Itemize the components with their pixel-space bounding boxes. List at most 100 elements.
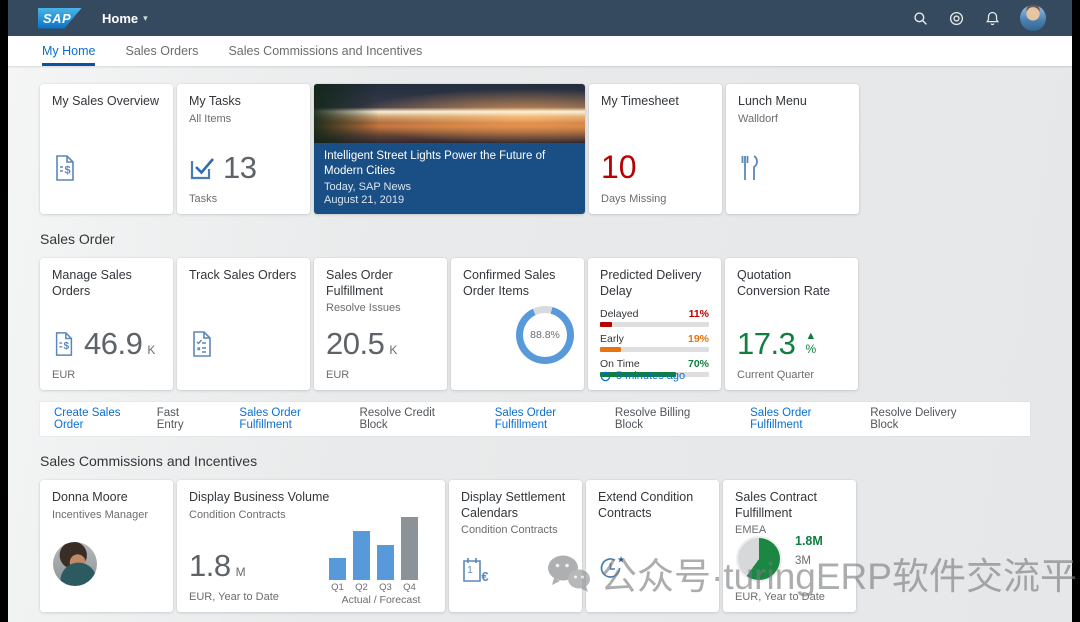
- tile-sales-contract-fulfillment[interactable]: Sales Contract Fulfillment EMEA 1.8M 3M …: [723, 480, 856, 612]
- tile-title: My Timesheet: [601, 94, 679, 108]
- link-create-sales-order[interactable]: Create Sales Order: [54, 407, 150, 431]
- link-group: Sales Order Fulfillment Resolve Billing …: [495, 407, 718, 431]
- tile-track-sales-orders[interactable]: Track Sales Orders: [177, 258, 310, 390]
- tile-display-business-volume[interactable]: Display Business Volume Condition Contra…: [177, 480, 445, 612]
- target-value: 3M: [795, 555, 811, 567]
- bar-label: On Time: [600, 358, 640, 371]
- tile-manage-sales-orders[interactable]: Manage Sales Orders $ 46.9 K EUR: [40, 258, 173, 390]
- sales-order-link-strip: Create Sales Order Fast Entry Sales Orde…: [40, 402, 1030, 436]
- link-description: Resolve Credit Block: [359, 407, 435, 431]
- svg-text:$: $: [63, 341, 69, 352]
- tile-sales-order-fulfillment[interactable]: Sales Order Fulfillment Resolve Issues 2…: [314, 258, 447, 390]
- tile-confirmed-sales-order-items[interactable]: Confirmed Sales Order Items 88.8%: [451, 258, 584, 390]
- tab-sales-commissions[interactable]: Sales Commissions and Incentives: [228, 36, 422, 66]
- refresh-status[interactable]: 5 minutes ago: [600, 370, 685, 382]
- user-avatar[interactable]: [1020, 5, 1046, 31]
- tile-subtitle: EMEA: [735, 524, 767, 537]
- comparison-row-early: Early 19%: [600, 333, 709, 353]
- news-image: [314, 84, 585, 143]
- copilot-icon[interactable]: [948, 10, 964, 26]
- link-group: Sales Order Fulfillment Resolve Credit B…: [239, 407, 462, 431]
- calendar-euro-icon: 1 €: [461, 556, 491, 584]
- news-source: Today, SAP News: [324, 180, 412, 193]
- bar-q4: [401, 517, 418, 580]
- bar-fill: [600, 347, 621, 353]
- order-tracking-icon: [189, 330, 215, 358]
- bar-label: Delayed: [600, 308, 639, 321]
- tile-title: Display Settlement Calendars: [461, 490, 566, 520]
- svg-text:1: 1: [467, 565, 473, 576]
- tile-extend-condition-contracts[interactable]: Extend Condition Contracts ★: [586, 480, 719, 612]
- conversion-rate-unit: %: [805, 342, 817, 357]
- confirmed-items-donut-chart: 88.8%: [516, 306, 574, 364]
- my-home-tile-row: My Sales Overview $ My Tasks All Items 1…: [40, 84, 859, 214]
- chevron-down-icon: ▾: [143, 12, 148, 23]
- tile-donna-moore[interactable]: Donna Moore Incentives Manager: [40, 480, 173, 612]
- tab-my-home[interactable]: My Home: [42, 36, 96, 66]
- link-sales-order-fulfillment-credit[interactable]: Sales Order Fulfillment: [239, 407, 352, 431]
- tile-my-sales-overview[interactable]: My Sales Overview $: [40, 84, 173, 214]
- commissions-tile-row: Donna Moore Incentives Manager Display B…: [40, 480, 856, 612]
- tile-display-settlement-calendars[interactable]: Display Settlement Calendars Condition C…: [449, 480, 582, 612]
- bar-value: 19%: [687, 333, 709, 346]
- tile-title: Donna Moore: [52, 490, 128, 504]
- tile-my-timesheet[interactable]: My Timesheet 10 Days Missing: [589, 84, 722, 214]
- comparison-row-delayed: Delayed 11%: [600, 308, 709, 328]
- sales-document-icon: $: [52, 331, 76, 357]
- meal-fork-knife-icon: [738, 154, 762, 182]
- bar-q1: [329, 558, 346, 580]
- business-volume-scale: M: [235, 565, 246, 579]
- actual-value: 1.8M: [795, 534, 823, 548]
- tile-my-tasks[interactable]: My Tasks All Items 13 Tasks: [177, 84, 310, 214]
- tile-title: Extend Condition Contracts: [598, 490, 694, 520]
- donut-center-value: 88.8%: [523, 313, 567, 357]
- trend-up-icon: ▲: [805, 330, 817, 343]
- fulfillment-value: 20.5: [326, 326, 385, 361]
- shell-title-label: Home: [102, 10, 139, 26]
- bar-value: 11%: [688, 308, 709, 321]
- link-sales-order-fulfillment-delivery[interactable]: Sales Order Fulfillment: [750, 407, 863, 431]
- sales-order-tile-row: Manage Sales Orders $ 46.9 K EUR Track S…: [40, 258, 858, 390]
- x-tick: Q3: [379, 582, 392, 593]
- tile-subtitle: All Items: [189, 112, 232, 125]
- tile-lunch-menu[interactable]: Lunch Menu Walldorf: [726, 84, 859, 214]
- tile-sap-news[interactable]: Intelligent Street Lights Power the Futu…: [314, 84, 585, 214]
- extend-time-star-icon: ★: [598, 554, 628, 582]
- tile-title: Predicted Delivery Delay: [600, 268, 702, 298]
- tile-title: Sales Contract Fulfillment: [735, 490, 817, 520]
- tile-subtitle: Resolve Issues: [326, 302, 401, 315]
- tile-subtitle: Walldorf: [738, 112, 778, 125]
- tile-quotation-conversion-rate[interactable]: Quotation Conversion Rate 17.3 ▲ % Curre…: [725, 258, 858, 390]
- news-overlay: Intelligent Street Lights Power the Futu…: [314, 143, 585, 214]
- tile-title: Confirmed Sales Order Items: [463, 268, 556, 298]
- link-description: Resolve Billing Block: [614, 407, 691, 431]
- home-menu-button[interactable]: Home ▾: [102, 11, 148, 26]
- svg-text:$: $: [64, 165, 70, 177]
- bell-icon[interactable]: [984, 10, 1000, 26]
- svg-text:€: €: [481, 569, 488, 584]
- shell-actions: [912, 5, 1046, 31]
- x-tick: Q2: [355, 582, 368, 593]
- sales-value-scale: K: [147, 343, 156, 357]
- bar-fill: [600, 322, 612, 328]
- tile-title: Display Business Volume: [189, 490, 330, 504]
- tab-sales-orders[interactable]: Sales Orders: [125, 36, 198, 66]
- fulfillment-value-scale: K: [389, 343, 398, 357]
- tile-title: My Tasks: [189, 94, 241, 108]
- link-sales-order-fulfillment-billing[interactable]: Sales Order Fulfillment: [495, 407, 608, 431]
- link-group: Create Sales Order Fast Entry: [54, 407, 207, 431]
- bar-q3: [377, 544, 394, 580]
- shell-bar: SAP Home ▾: [8, 0, 1072, 36]
- tile-title: Manage Sales Orders: [52, 268, 132, 298]
- tile-title: Lunch Menu: [738, 94, 807, 108]
- chart-caption: Actual / Forecast: [341, 594, 421, 606]
- anchor-navigation-bar: My Home Sales Orders Sales Commissions a…: [8, 36, 1072, 66]
- search-icon[interactable]: [912, 10, 928, 26]
- section-header-commissions: Sales Commissions and Incentives: [40, 453, 258, 469]
- tile-footer: EUR: [326, 369, 350, 381]
- tile-title: Sales Order Fulfillment: [326, 268, 393, 298]
- conversion-rate-value: 17.3: [737, 326, 796, 361]
- tile-predicted-delivery-delay[interactable]: Predicted Delivery Delay Delayed 11% Ear…: [588, 258, 721, 390]
- link-description: Resolve Delivery Block: [870, 407, 957, 431]
- tile-footer: Days Missing: [601, 193, 667, 205]
